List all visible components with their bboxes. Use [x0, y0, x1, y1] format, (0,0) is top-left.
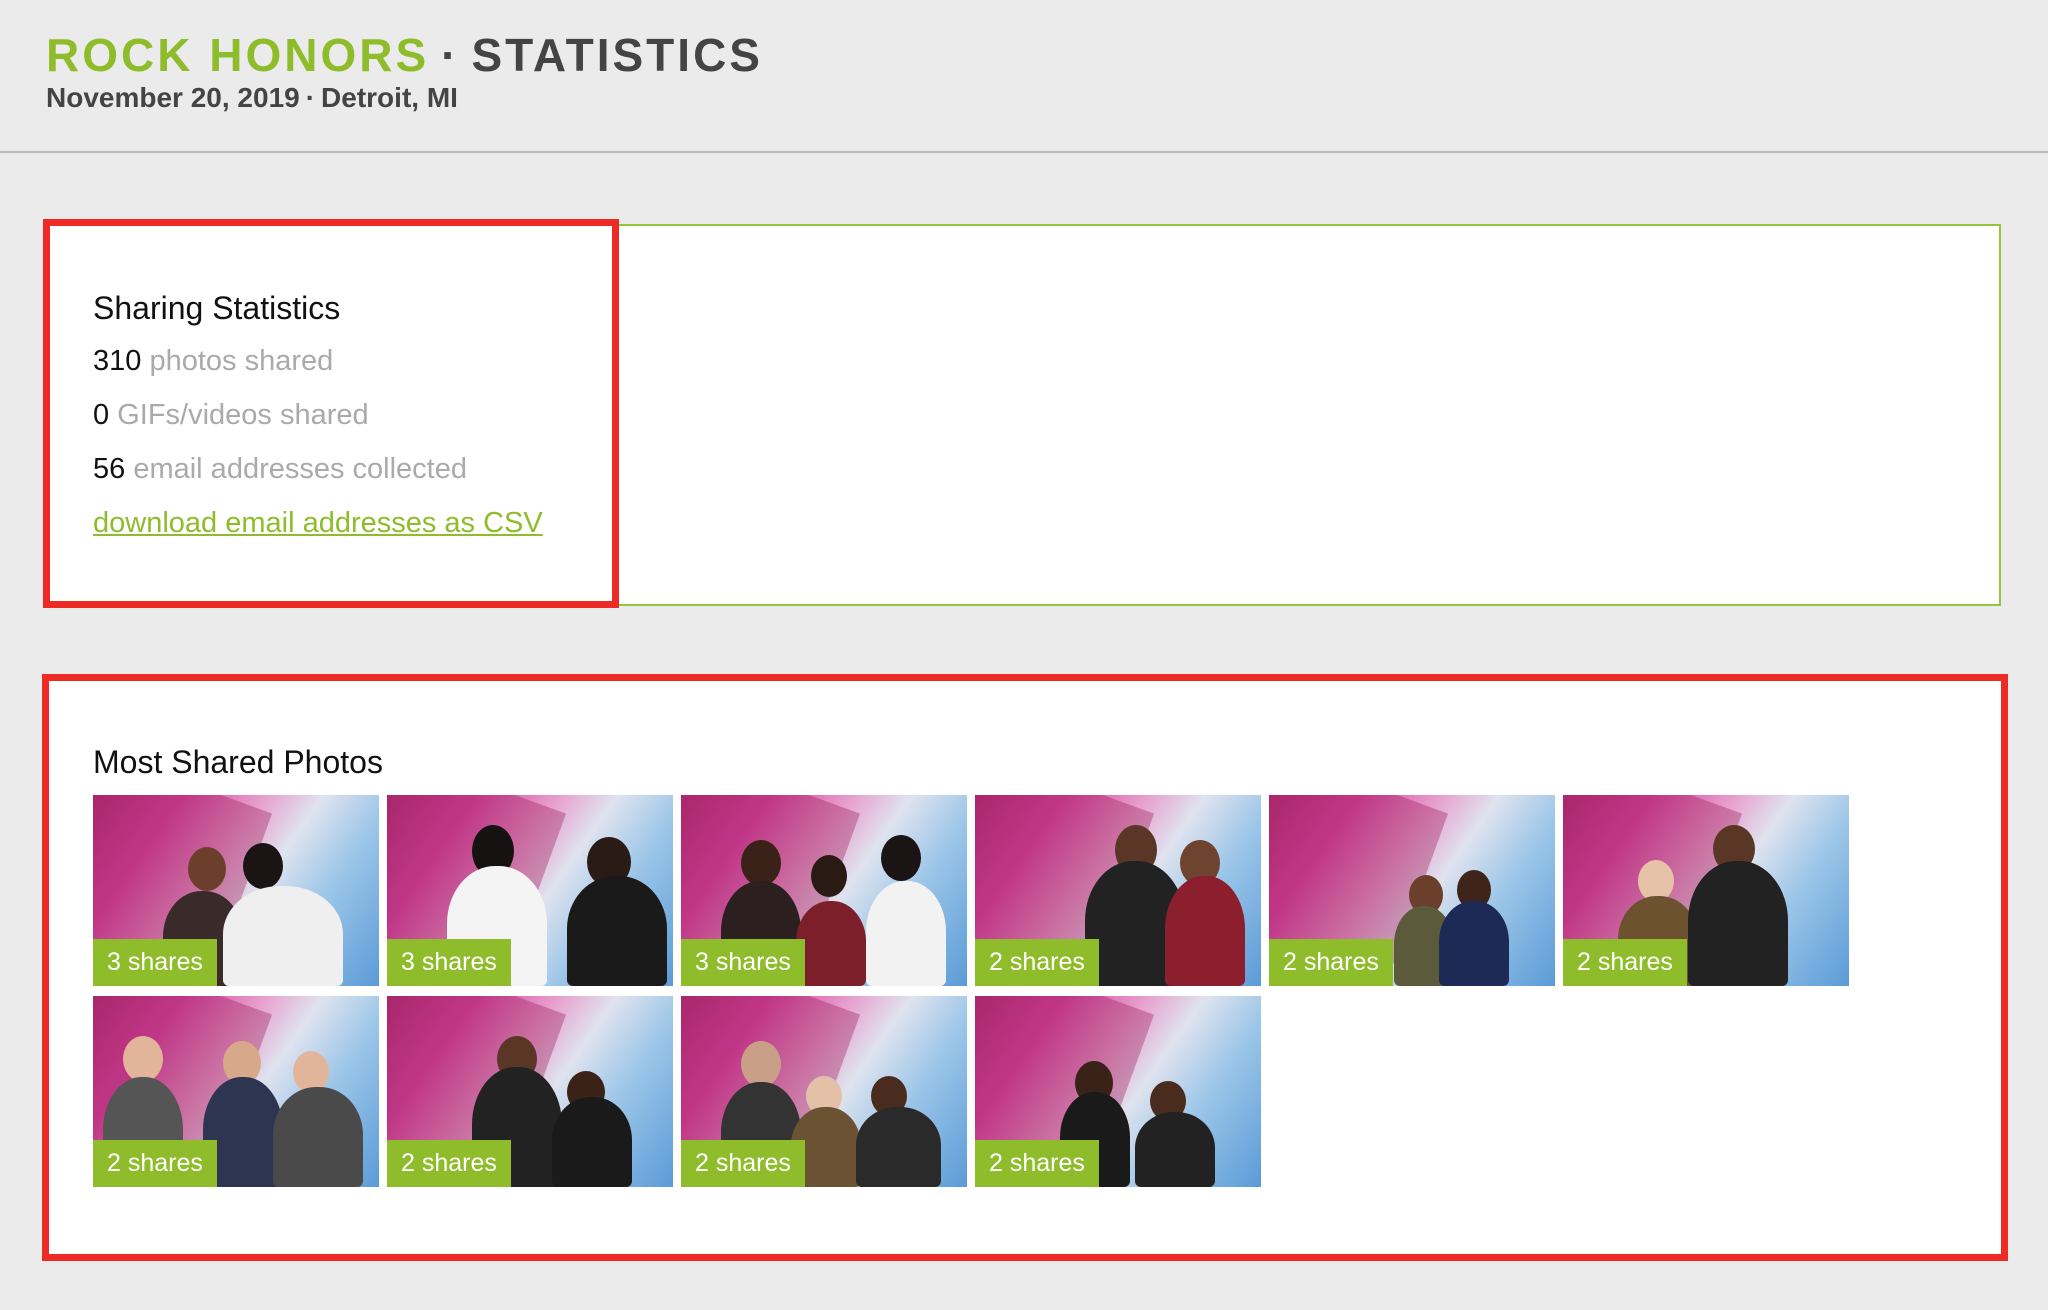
photos-highlight-box [42, 674, 2008, 1261]
stats-highlight-box [43, 219, 619, 608]
event-name: ROCK HONORS [46, 29, 430, 81]
event-details: November 20, 2019 · Detroit, MI [46, 82, 458, 114]
event-location: Detroit, MI [321, 82, 458, 113]
event-date: November 20, 2019 [46, 82, 300, 113]
page-title: ROCK HONORS · STATISTICS [46, 28, 763, 82]
page-header: ROCK HONORS · STATISTICS November 20, 2019… [0, 0, 2048, 153]
page-name: STATISTICS [471, 29, 763, 81]
details-separator: · [305, 82, 316, 113]
title-separator: · [441, 29, 460, 81]
